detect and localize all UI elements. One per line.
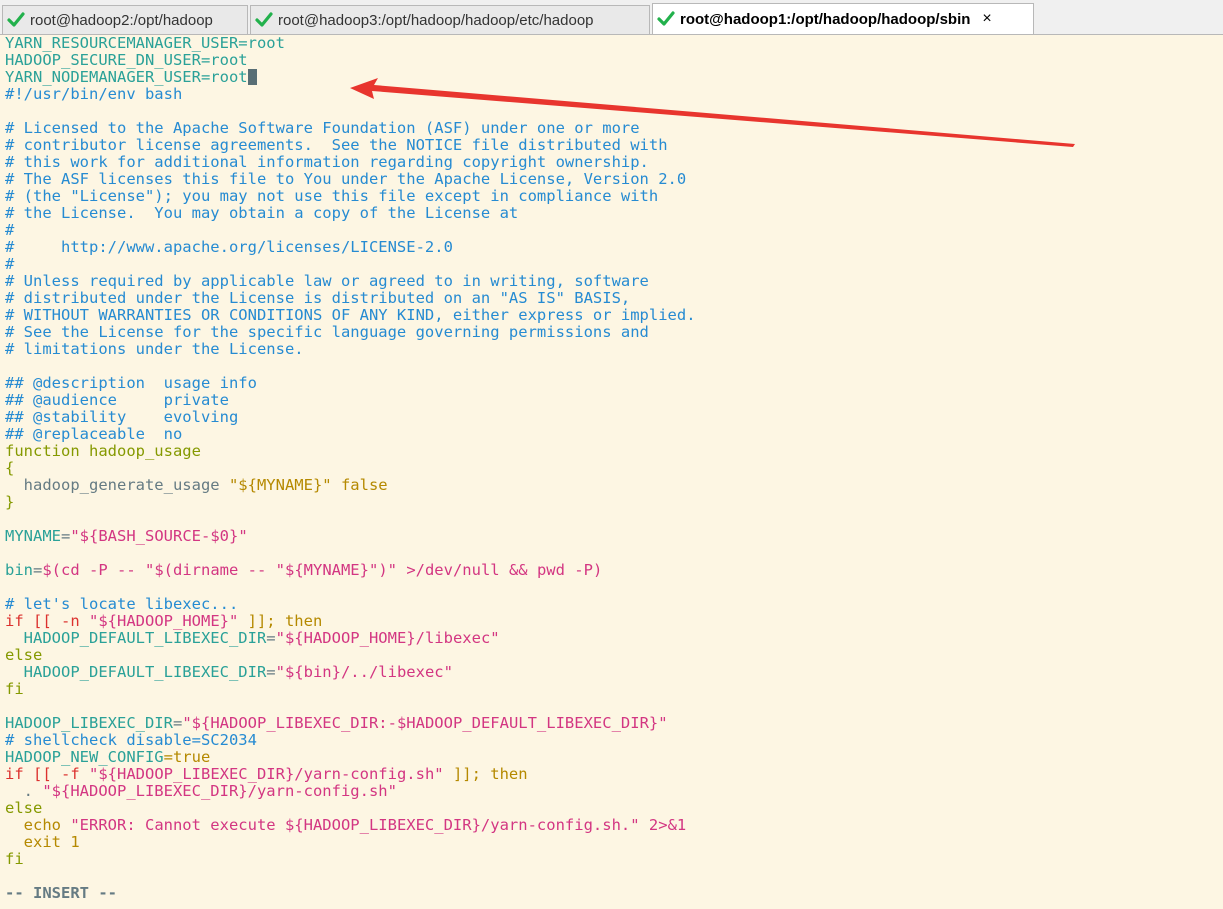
- comment-line: # The ASF licenses this file to You unde…: [5, 170, 687, 188]
- text-cursor: [247, 69, 257, 85]
- tab-label: root@hadoop2:/opt/hadoop: [30, 11, 213, 29]
- comment-line: # WITHOUT WARRANTIES OR CONDITIONS OF AN…: [5, 306, 696, 324]
- comment-line: ## @replaceable no: [5, 425, 183, 443]
- code-line: HADOOP_DEFAULT_LIBEXEC_DIR="${bin}/../li…: [5, 663, 453, 681]
- comment-line: ## @stability evolving: [5, 408, 239, 426]
- code-line: fi: [5, 850, 24, 868]
- code-line: fi: [5, 680, 24, 698]
- code-line: {: [5, 459, 15, 477]
- comment-line: # See the License for the specific langu…: [5, 323, 649, 341]
- red-arrow-icon: [350, 78, 1075, 147]
- code-line: bin=$(cd -P -- "$(dirname -- "${MYNAME}"…: [5, 561, 603, 579]
- tab-label: root@hadoop3:/opt/hadoop/hadoop/etc/hado…: [278, 11, 594, 29]
- check-icon: [657, 11, 675, 26]
- comment-line: # let's locate libexec...: [5, 595, 239, 613]
- check-icon: [255, 12, 273, 27]
- code-line: HADOOP_SECURE_DN_USER=root: [5, 51, 248, 69]
- close-icon[interactable]: ×: [982, 10, 991, 28]
- code-line: #!/usr/bin/env bash: [5, 85, 183, 103]
- code-line: else: [5, 646, 43, 664]
- code-line: exit 1: [5, 833, 80, 851]
- code-line: HADOOP_LIBEXEC_DIR="${HADOOP_LIBEXEC_DIR…: [5, 714, 668, 732]
- code-line: HADOOP_DEFAULT_LIBEXEC_DIR="${HADOOP_HOM…: [5, 629, 500, 647]
- code-line: function hadoop_usage: [5, 442, 201, 460]
- tab-hadoop3[interactable]: root@hadoop3:/opt/hadoop/hadoop/etc/hado…: [250, 5, 650, 34]
- code-line: else: [5, 799, 43, 817]
- comment-line: # distributed under the License is distr…: [5, 289, 631, 307]
- code-line: HADOOP_NEW_CONFIG=true: [5, 748, 211, 766]
- comment-line: #: [5, 255, 15, 273]
- code-line: YARN_NODEMANAGER_USER=root: [5, 69, 257, 86]
- code-line: . "${HADOOP_LIBEXEC_DIR}/yarn-config.sh": [5, 782, 397, 800]
- comment-line: #: [5, 221, 15, 239]
- comment-line: ## @description usage info: [5, 374, 257, 392]
- code-line: hadoop_generate_usage "${MYNAME}" false: [5, 476, 388, 494]
- comment-line: # shellcheck disable=SC2034: [5, 731, 257, 749]
- comment-line: # (the "License"); you may not use this …: [5, 187, 659, 205]
- comment-line: ## @audience private: [5, 391, 229, 409]
- comment-line: # the License. You may obtain a copy of …: [5, 204, 519, 222]
- check-icon: [7, 12, 25, 27]
- comment-line: # limitations under the License.: [5, 340, 304, 358]
- code-line: MYNAME="${BASH_SOURCE-$0}": [5, 527, 248, 545]
- tab-label: root@hadoop1:/opt/hadoop/hadoop/sbin: [680, 10, 971, 28]
- comment-line: # http://www.apache.org/licenses/LICENSE…: [5, 238, 453, 256]
- code-line: }: [5, 493, 15, 511]
- terminal-editor[interactable]: YARN_RESOURCEMANAGER_USER=root HADOOP_SE…: [0, 35, 1223, 909]
- code-line: echo "ERROR: Cannot execute ${HADOOP_LIB…: [5, 816, 687, 834]
- tab-hadoop1[interactable]: root@hadoop1:/opt/hadoop/hadoop/sbin ×: [652, 3, 1034, 34]
- comment-line: # Unless required by applicable law or a…: [5, 272, 649, 290]
- code-line: YARN_RESOURCEMANAGER_USER=root: [5, 34, 285, 52]
- vim-mode-indicator: -- INSERT --: [5, 884, 117, 902]
- code-line: if [[ -f "${HADOOP_LIBEXEC_DIR}/yarn-con…: [5, 765, 528, 783]
- code-line: if [[ -n "${HADOOP_HOME}" ]]; then: [5, 612, 323, 630]
- tab-bar: root@hadoop2:/opt/hadoop root@hadoop3:/o…: [0, 0, 1223, 35]
- tab-hadoop2[interactable]: root@hadoop2:/opt/hadoop: [2, 5, 248, 34]
